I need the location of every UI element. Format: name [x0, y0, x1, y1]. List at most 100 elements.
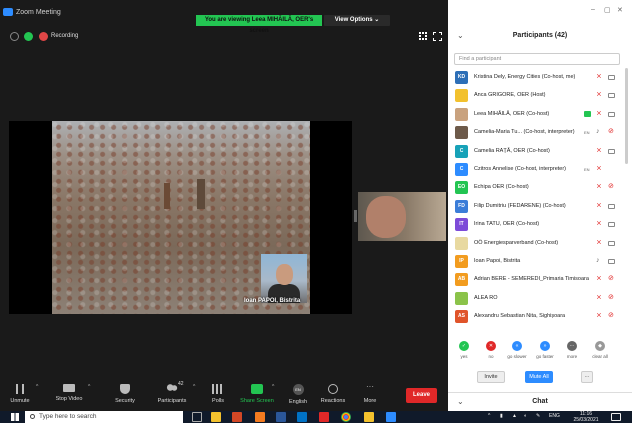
split-divider-handle[interactable] — [354, 210, 357, 222]
pen-icon[interactable]: ✎ — [536, 413, 540, 419]
taskbar-search-input[interactable]: Type here to search — [25, 411, 183, 423]
microphone-muted-icon[interactable]: ⨯ — [596, 239, 603, 247]
taskbar-clock[interactable]: 11:16 25/03/2021 — [569, 411, 603, 423]
participant-search-input[interactable]: Find a participant — [454, 53, 620, 65]
video-camera-icon[interactable] — [608, 148, 615, 154]
share-screen-icon — [251, 384, 263, 394]
video-camera-icon[interactable] — [608, 203, 615, 209]
microphone-muted-icon[interactable]: ⨯ — [596, 275, 603, 283]
maximize-icon[interactable]: ▢ — [604, 6, 611, 14]
participant-avatar: IP — [455, 255, 468, 268]
network-icon[interactable]: ▲ — [512, 413, 517, 419]
reaction-clear-all-button[interactable]: ◆ clear all — [590, 341, 610, 359]
security-button[interactable]: Security — [113, 381, 137, 409]
participant-video-tile[interactable] — [358, 192, 446, 241]
chrome-icon[interactable] — [341, 412, 351, 422]
participant-row[interactable]: KD Kristina Dely, Energy Cities (Co-host,… — [448, 68, 624, 86]
microphone-icon[interactable]: ♪ — [596, 257, 603, 265]
acrobat-icon[interactable] — [319, 412, 329, 422]
minimize-icon[interactable]: – — [591, 6, 595, 13]
reaction-go-slower-button[interactable]: « go slower — [507, 341, 527, 359]
reaction-more-button[interactable]: ··· more — [562, 341, 582, 359]
participant-row[interactable]: C Camelia RAȚĂ, OER (Co-host) ⨯ — [448, 142, 624, 160]
interpretation-button[interactable]: EN English — [287, 381, 309, 409]
reaction-yes-button[interactable]: ✓ yes — [454, 341, 474, 359]
audio-options-caret[interactable]: ^ — [36, 384, 38, 390]
leave-button[interactable]: Leave — [406, 388, 437, 403]
microphone-muted-icon[interactable]: ⨯ — [596, 165, 603, 173]
outlook-icon[interactable] — [297, 412, 307, 422]
participant-row[interactable]: Leea MIHĂILĂ, OER (Co-host) ⨯ — [448, 105, 624, 123]
reaction-go-faster-button[interactable]: » go faster — [535, 341, 555, 359]
app-icon[interactable] — [364, 412, 374, 422]
video-camera-icon[interactable] — [608, 259, 615, 264]
participant-row[interactable]: OÖ Energiesparverband (Co-host) ⨯ — [448, 234, 624, 252]
microphone-icon[interactable]: ♪ — [596, 128, 603, 136]
mute-all-button[interactable]: Mute All — [525, 371, 553, 383]
zoom-taskbar-icon[interactable] — [386, 412, 396, 422]
reactions-button[interactable]: Reactions — [320, 381, 346, 409]
volume-icon[interactable]: ◐ — [524, 413, 527, 419]
office-app-icon[interactable] — [255, 412, 265, 422]
participant-list-scrollbar[interactable] — [625, 68, 628, 164]
microphone-muted-icon[interactable]: ⨯ — [596, 91, 603, 99]
chat-header[interactable]: ⌄ Chat — [448, 392, 632, 411]
share-screen-button[interactable]: Share Screen — [240, 381, 274, 409]
participant-row[interactable]: FD Filip Dumitriu (FEDARENE) (Co-host) ⨯ — [448, 197, 624, 215]
participant-row[interactable]: IP Ioan Papoi, Bistrita ♪ — [448, 252, 624, 270]
participant-avatar: IT — [455, 218, 468, 232]
tray-app-icon[interactable]: ▮ — [500, 413, 503, 419]
participant-row[interactable]: AS Alexandru Sebastian Nita, Sighișoara ⨯ ⊘ — [448, 307, 624, 325]
participants-count: 42 — [178, 381, 184, 387]
fullscreen-icon[interactable] — [433, 32, 442, 41]
reaction-no-button[interactable]: ✕ no — [481, 341, 501, 359]
video-off-icon[interactable]: ⊘ — [608, 128, 615, 136]
invite-button[interactable]: Invite — [477, 371, 505, 383]
video-camera-icon[interactable] — [608, 240, 615, 246]
microphone-muted-icon[interactable]: ⨯ — [596, 147, 603, 155]
close-icon[interactable]: ✕ — [617, 6, 623, 14]
share-options-caret[interactable]: ^ — [272, 384, 274, 390]
gallery-view-icon[interactable] — [419, 32, 427, 40]
microphone-muted-icon[interactable]: ⨯ — [596, 312, 603, 320]
participant-row[interactable]: C Czitros Annelise (Co-host, interpreter)… — [448, 160, 624, 178]
unmute-button[interactable]: Unmute — [8, 381, 32, 409]
microphone-muted-icon[interactable]: ⨯ — [596, 73, 603, 81]
microphone-muted-icon[interactable]: ⨯ — [596, 294, 603, 302]
file-explorer-icon[interactable] — [211, 412, 221, 422]
input-language[interactable]: ENG — [549, 413, 560, 419]
encryption-shield-icon[interactable] — [24, 32, 33, 41]
polls-button[interactable]: Polls — [210, 381, 226, 409]
participants-options-caret[interactable]: ^ — [193, 384, 195, 390]
microphone-muted-icon[interactable]: ⨯ — [596, 183, 603, 191]
powerpoint-icon[interactable] — [232, 412, 242, 422]
task-view-icon[interactable] — [192, 412, 202, 422]
video-camera-icon[interactable] — [608, 222, 615, 228]
info-icon[interactable] — [10, 32, 19, 41]
panel-more-button[interactable]: ... — [581, 371, 593, 383]
video-options-caret[interactable]: ^ — [88, 384, 90, 390]
participant-row[interactable]: EO Echipa OER (Co-host) ⨯ ⊘ — [448, 178, 624, 196]
more-button[interactable]: ··· More — [362, 381, 378, 409]
microphone-muted-icon[interactable]: ⨯ — [596, 220, 603, 228]
video-camera-icon[interactable] — [608, 111, 615, 117]
participant-row[interactable]: AB Adrian BERE - SEMEREDI_Primaria Timiso… — [448, 270, 624, 288]
participant-row[interactable]: ALEA RO ⨯ ⊘ — [448, 289, 624, 307]
participant-row[interactable]: Anca GRIGORE, OER (Host) ⨯ — [448, 86, 624, 104]
participant-row[interactable]: Camelia-Maria Tu... (Co-host, interprete… — [448, 123, 624, 141]
participant-row[interactable]: IT Irina TATU, OER (Co-host) ⨯ — [448, 215, 624, 233]
video-off-icon[interactable]: ⊘ — [608, 275, 615, 283]
video-off-icon[interactable]: ⊘ — [608, 183, 615, 191]
notifications-icon[interactable] — [611, 413, 621, 421]
tray-chevron-icon[interactable]: ^ — [488, 413, 490, 419]
video-off-icon[interactable]: ⊘ — [608, 312, 615, 320]
microphone-muted-icon[interactable]: ⨯ — [596, 202, 603, 210]
video-camera-icon[interactable] — [608, 93, 615, 99]
video-off-icon[interactable]: ⊘ — [608, 294, 615, 302]
windows-start-icon[interactable] — [11, 413, 19, 421]
stop-video-button[interactable]: Stop Video — [54, 381, 84, 409]
word-icon[interactable] — [276, 412, 286, 422]
video-camera-icon[interactable] — [608, 75, 615, 80]
microphone-muted-icon[interactable]: ⨯ — [596, 110, 603, 118]
view-options-button[interactable]: View Options ⌄ — [324, 15, 390, 26]
